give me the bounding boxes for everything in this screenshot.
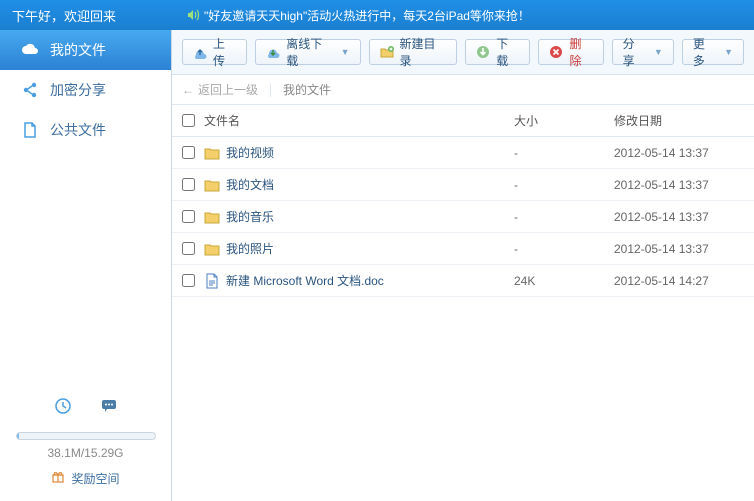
breadcrumb: ← 返回上一级 我的文件 [172,75,754,105]
upload-label: 上传 [213,35,236,69]
share-label: 分享 [623,35,646,69]
offline-label: 离线下载 [286,35,332,69]
file-date: 2012-05-14 13:37 [614,146,744,160]
sidebar: 我的文件 加密分享 公共文件 38.1M [0,30,172,501]
file-name[interactable]: 我的音乐 [204,208,514,225]
file-name-text: 我的照片 [226,240,274,257]
more-button[interactable]: 更多 ▼ [682,39,744,65]
sidebar-item-label: 加密分享 [50,80,106,100]
file-name[interactable]: 我的文档 [204,176,514,193]
delete-button[interactable]: 删除 [538,39,603,65]
sidebar-item-label: 我的文件 [50,40,106,60]
quota-fill [17,433,20,439]
bonus-space-link[interactable]: 奖励空间 [14,470,157,487]
back-label: 返回上一级 [198,81,258,98]
toolbar: 上传 离线下载 ▼ 新建目录 下载 删除 分享 ▼ [172,30,754,75]
file-rows: 我的视频-2012-05-14 13:37我的文档-2012-05-14 13:… [172,137,754,297]
row-checkbox[interactable] [182,178,195,191]
gift-icon [51,470,65,487]
quota-text: 38.1M/15.29G [14,446,157,460]
feedback-icon[interactable] [100,397,118,418]
file-size: 24K [514,274,614,288]
arrow-left-icon: ← [182,83,194,97]
file-size: - [514,210,614,224]
file-date: 2012-05-14 13:37 [614,178,744,192]
sidebar-item-encrypt-share[interactable]: 加密分享 [0,70,171,110]
sidebar-item-label: 公共文件 [50,120,106,140]
more-label: 更多 [693,35,716,69]
delete-label: 删除 [569,35,592,69]
greeting-text: 下午好，欢迎回来 [12,6,116,25]
top-banner: 下午好，欢迎回来 "好友邀请天天high"活动火热进行中，每天2台iPad等你来… [0,0,754,30]
crumb-current: 我的文件 [283,81,331,98]
row-checkbox[interactable] [182,274,195,287]
column-date[interactable]: 修改日期 [614,112,744,129]
file-name[interactable]: 我的照片 [204,240,514,257]
folder-icon [204,209,220,225]
row-checkbox[interactable] [182,242,195,255]
file-table-header: 文件名 大小 修改日期 [172,105,754,137]
bonus-space-label: 奖励空间 [71,470,119,487]
file-name-text: 我的文档 [226,176,274,193]
share-icon [20,80,40,100]
share-button[interactable]: 分享 ▼ [612,39,674,65]
column-name[interactable]: 文件名 [204,112,514,129]
upload-button[interactable]: 上传 [182,39,247,65]
announcement[interactable]: "好友邀请天天high"活动火热进行中，每天2台iPad等你来抢！ [186,7,530,24]
doc-icon [204,273,220,289]
newdir-label: 新建目录 [400,35,447,69]
chevron-down-icon: ▼ [724,47,733,57]
file-row[interactable]: 新建 Microsoft Word 文档.doc 24K2012-05-14 14… [172,265,754,297]
offline-download-button[interactable]: 离线下载 ▼ [255,39,360,65]
file-row[interactable]: 我的音乐 -2012-05-14 13:37 [172,201,754,233]
download-button[interactable]: 下载 [465,39,530,65]
folder-icon [204,241,220,257]
row-checkbox[interactable] [182,146,195,159]
quota-bar [16,432,156,440]
back-link[interactable]: ← 返回上一级 [182,81,258,98]
file-name-text: 我的视频 [226,144,274,161]
new-folder-icon [380,45,394,59]
file-size: - [514,242,614,256]
file-name[interactable]: 我的视频 [204,144,514,161]
folder-icon [204,145,220,161]
file-size: - [514,146,614,160]
download-icon [476,45,490,59]
sound-icon [186,8,200,22]
select-all-checkbox[interactable] [182,114,195,127]
delete-icon [549,45,563,59]
row-checkbox[interactable] [182,210,195,223]
download-label: 下载 [496,35,519,69]
file-row[interactable]: 我的视频 -2012-05-14 13:37 [172,137,754,169]
file-icon [20,120,40,140]
upload-icon [193,45,207,59]
download-cloud-icon [266,45,280,59]
cloud-icon [20,40,40,60]
file-name[interactable]: 新建 Microsoft Word 文档.doc [204,272,514,289]
file-date: 2012-05-14 13:37 [614,242,744,256]
chevron-down-icon: ▼ [654,47,663,57]
sidebar-footer: 38.1M/15.29G 奖励空间 [0,383,171,501]
file-size: - [514,178,614,192]
crumb-separator [270,83,271,97]
chevron-down-icon: ▼ [341,47,350,57]
file-date: 2012-05-14 14:27 [614,274,744,288]
file-row[interactable]: 我的文档 -2012-05-14 13:37 [172,169,754,201]
main-area: 上传 离线下载 ▼ 新建目录 下载 删除 分享 ▼ [172,30,754,501]
file-date: 2012-05-14 13:37 [614,210,744,224]
file-name-text: 我的音乐 [226,208,274,225]
announcement-text: "好友邀请天天high"活动火热进行中，每天2台iPad等你来抢！ [204,7,530,24]
sidebar-item-public-files[interactable]: 公共文件 [0,110,171,150]
file-row[interactable]: 我的照片 -2012-05-14 13:37 [172,233,754,265]
folder-icon [204,177,220,193]
history-icon[interactable] [54,397,72,418]
file-name-text: 新建 Microsoft Word 文档.doc [226,272,384,289]
column-size[interactable]: 大小 [514,112,614,129]
new-folder-button[interactable]: 新建目录 [369,39,458,65]
sidebar-item-my-files[interactable]: 我的文件 [0,30,171,70]
